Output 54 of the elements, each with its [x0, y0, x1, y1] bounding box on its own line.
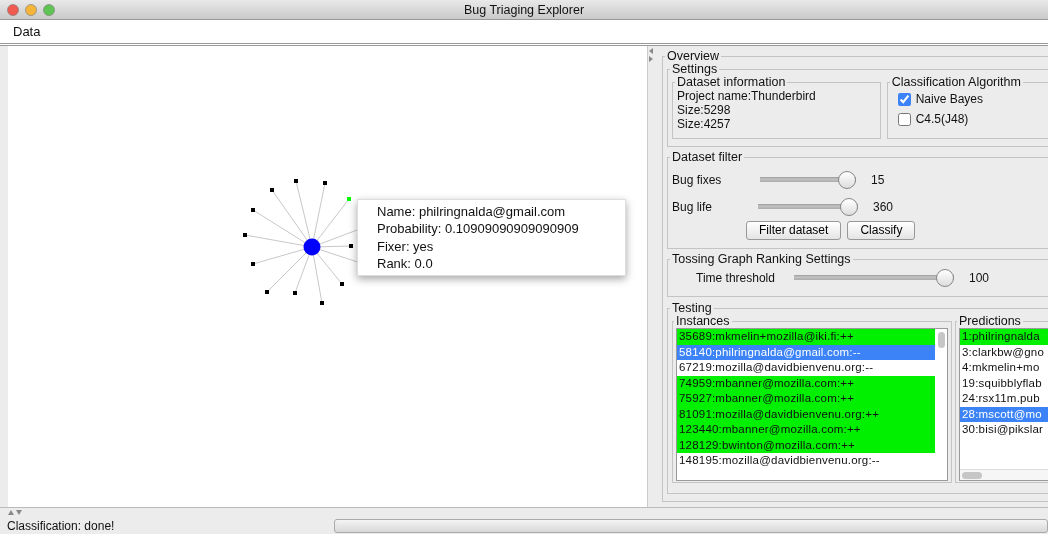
group-title: Testing [671, 302, 713, 315]
horizontal-scrollbar[interactable] [960, 469, 1048, 480]
tooltip-line: Name: philringnalda@gmail.com [377, 203, 567, 221]
graph-center-node [303, 238, 321, 256]
list-item[interactable]: 148195:mozilla@davidbienvenu.org:-- [677, 453, 935, 469]
slider-value: 15 [871, 171, 885, 189]
group-title: Classification Algorithm [890, 76, 1022, 89]
checkbox-label: C4.5(J48) [915, 111, 969, 128]
list-item[interactable]: 35689:mkmelin+mozilla@iki.fi:++ [677, 329, 935, 345]
tooltip-line: Fixer: yes [377, 237, 435, 255]
zoom-button[interactable] [43, 4, 55, 16]
slider-thumb[interactable] [936, 269, 954, 287]
tooltip-line: Rank: 0.0 [377, 254, 434, 273]
list-item[interactable]: 3:clarkbw@gno [960, 344, 1048, 360]
checkbox[interactable] [897, 92, 911, 106]
tooltip-line: Probability: 0.10909090909090909 [377, 220, 580, 238]
checkbox[interactable] [897, 112, 911, 126]
slider-thumb[interactable] [838, 170, 856, 189]
slider-label: Time threshold [696, 270, 776, 287]
slider-label: Bug fixes [672, 171, 723, 189]
slider-value: 360 [873, 198, 894, 216]
group-title: Predictions [958, 315, 1022, 328]
checkbox-label: Naive Bayes [915, 91, 984, 108]
group-title: Settings [671, 63, 719, 76]
list-item[interactable]: 123440:mbanner@mozilla.com:++ [677, 422, 935, 438]
button[interactable]: Classify [847, 221, 916, 240]
close-button[interactable] [7, 4, 19, 16]
menu-item[interactable]: Data [13, 21, 41, 42]
split-arrows-icon [8, 510, 22, 515]
list-item[interactable]: 30:bisi@pikslar [960, 422, 1048, 438]
info-text: Size:4257 [677, 117, 732, 131]
group-title: Dataset filter [671, 151, 744, 164]
slider-thumb[interactable] [840, 197, 858, 216]
list-item[interactable]: 75927:mbanner@mozilla.com:++ [677, 391, 935, 407]
split-arrows-icon [649, 48, 654, 62]
group-title: Dataset information [677, 76, 787, 89]
group-title: Tossing Graph Ranking Settings [671, 253, 852, 266]
list-item[interactable]: 74959:mbanner@mozilla.com:++ [677, 375, 935, 391]
button[interactable]: Filter dataset [746, 221, 842, 240]
list-item[interactable]: 24:rsx11m.pub [960, 391, 1048, 407]
status-text: Classification: done! [7, 518, 115, 534]
info-text: Project name:Thunderbird [677, 89, 817, 103]
slider-label: Bug life [672, 198, 714, 216]
list-item[interactable]: 19:squibblyflab [960, 375, 1048, 391]
list-item[interactable]: 4:mkmelin+mo [960, 360, 1048, 376]
list-item[interactable]: 67219:mozilla@davidbienvenu.org:-- [677, 360, 935, 376]
list-item[interactable]: 28:mscott@mo [960, 406, 1048, 422]
minimize-button[interactable] [25, 4, 37, 16]
slider-value: 100 [969, 270, 990, 287]
window-title: Bug Triaging Explorer [463, 3, 585, 17]
group-title: Instances [676, 315, 731, 328]
group-title: Overview [666, 50, 721, 63]
list-item[interactable]: 1:philringnalda [960, 329, 1048, 345]
info-text: Size:5298 [677, 103, 732, 117]
